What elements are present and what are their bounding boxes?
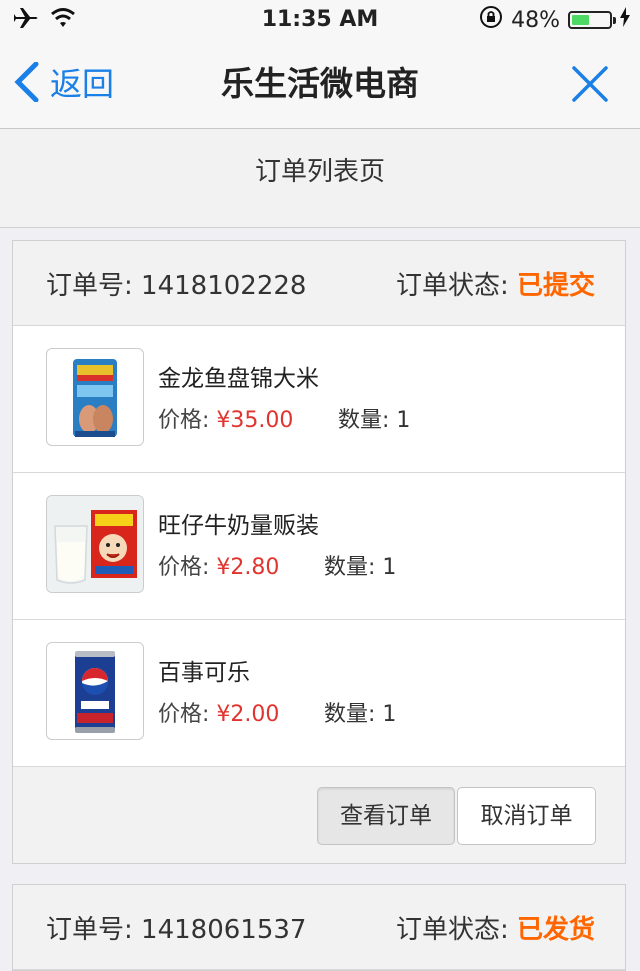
order-item[interactable]: 旺仔牛奶量贩装 价格: ¥2.80 数量: 1 — [13, 473, 625, 620]
item-quantity: 数量: 1 — [324, 700, 396, 730]
order-status-label: 订单状态: — [395, 270, 517, 301]
cancel-order-button[interactable]: 取消订单 — [457, 787, 596, 845]
item-price-value: ¥2.00 — [216, 702, 280, 727]
battery-percent: 48% — [511, 7, 560, 33]
app-title: 乐生活微电商 — [221, 64, 419, 103]
item-quantity-value: 1 — [382, 555, 397, 580]
item-price-label: 价格: — [158, 555, 217, 580]
order-number: 订单号: 1418061537 — [46, 909, 306, 946]
order-status-label: 订单状态: — [395, 914, 517, 945]
battery-level-fill — [572, 15, 589, 25]
order-item[interactable]: 百事可乐 价格: ¥2.00 数量: 1 — [13, 620, 625, 767]
pepsi-can-image[interactable] — [46, 642, 144, 740]
battery-icon — [568, 11, 616, 29]
close-icon — [572, 66, 608, 102]
item-price-label: 价格: — [158, 702, 217, 727]
item-price: 价格: ¥2.80 — [158, 553, 279, 583]
charging-icon — [620, 7, 630, 33]
item-price-label: 价格: — [158, 408, 217, 433]
order-status-value: 已提交 — [516, 270, 595, 301]
item-quantity: 数量: 1 — [338, 406, 410, 436]
page-title: 订单列表页 — [0, 129, 640, 228]
order-status-value: 已发货 — [516, 914, 595, 945]
order-actions: 查看订单 取消订单 — [13, 767, 625, 863]
order-number-label: 订单号: — [46, 270, 142, 301]
view-order-button[interactable]: 查看订单 — [317, 787, 455, 845]
item-quantity: 数量: 1 — [324, 553, 396, 583]
order-status: 订单状态: 已发货 — [396, 909, 595, 946]
status-right: 48% — [479, 6, 630, 34]
item-name[interactable]: 旺仔牛奶量贩装 — [158, 511, 319, 541]
order-number-value: 1418061537 — [141, 914, 307, 945]
item-quantity-value: 1 — [396, 408, 411, 433]
order-number: 订单号: 1418102228 — [46, 265, 306, 302]
order-number-value: 1418102228 — [141, 270, 307, 301]
status-bar: 11:35 AM 48% — [0, 0, 640, 40]
item-quantity-label: 数量: — [324, 555, 383, 580]
order-item[interactable]: 金龙鱼盘锦大米 价格: ¥35.00 数量: 1 — [13, 326, 625, 473]
order-header: 订单号: 1418061537 订单状态: 已发货 — [13, 885, 625, 970]
item-price-value: ¥2.80 — [216, 555, 280, 580]
item-price: 价格: ¥35.00 — [158, 406, 293, 436]
order-card: 订单号: 1418061537 订单状态: 已发货 — [12, 884, 626, 971]
item-quantity-label: 数量: — [324, 702, 383, 727]
item-quantity-label: 数量: — [338, 408, 397, 433]
rice-bag-image[interactable] — [46, 348, 144, 446]
item-price-value: ¥35.00 — [216, 408, 294, 433]
item-name[interactable]: 百事可乐 — [158, 658, 250, 688]
milk-carton-image[interactable] — [46, 495, 144, 593]
navigation-bar: 返回 乐生活微电商 — [0, 40, 640, 129]
item-quantity-value: 1 — [382, 702, 397, 727]
order-card: 订单号: 1418102228 订单状态: 已提交 金龙鱼盘锦大米 价格: ¥3… — [12, 240, 626, 864]
rotation-lock-icon — [479, 5, 503, 35]
order-status: 订单状态: 已提交 — [396, 265, 595, 302]
close-button[interactable] — [568, 62, 612, 106]
item-name[interactable]: 金龙鱼盘锦大米 — [158, 364, 319, 394]
order-number-label: 订单号: — [46, 914, 142, 945]
order-header: 订单号: 1418102228 订单状态: 已提交 — [13, 241, 625, 326]
item-price: 价格: ¥2.00 — [158, 700, 279, 730]
